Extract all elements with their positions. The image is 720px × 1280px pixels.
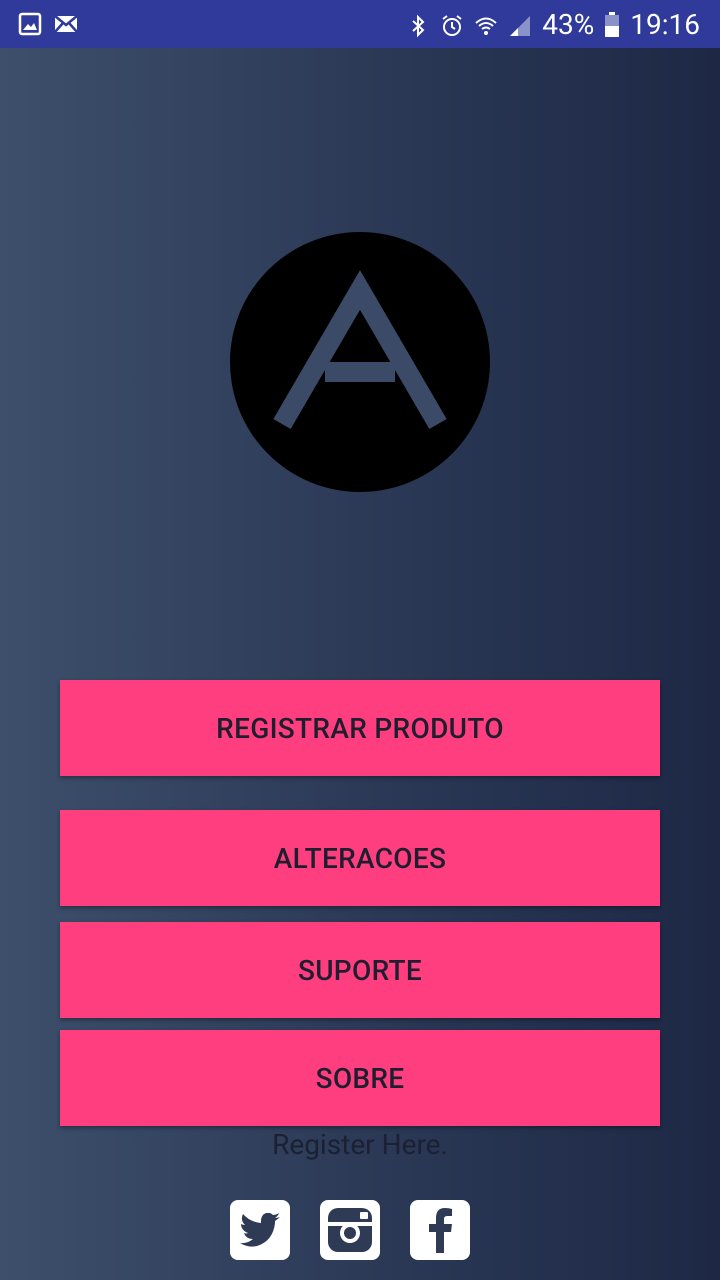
instagram-icon[interactable] <box>320 1200 380 1260</box>
sobre-button[interactable]: SOBRE <box>60 1030 660 1126</box>
alteracoes-button[interactable]: ALTERACOES <box>60 810 660 906</box>
registrar-produto-button[interactable]: REGISTRAR PRODUTO <box>60 680 660 776</box>
clock: 19:16 <box>630 7 700 41</box>
alarm-icon <box>440 12 464 36</box>
battery-percent: 43% <box>542 7 595 41</box>
twitter-icon[interactable] <box>230 1200 290 1260</box>
signal-icon <box>508 12 532 36</box>
mail-icon <box>54 12 78 36</box>
status-bar: 43% 19:16 <box>0 0 720 48</box>
bluetooth-icon <box>406 12 430 38</box>
app-logo: A <box>230 232 490 492</box>
facebook-icon[interactable] <box>410 1200 470 1260</box>
wifi-icon <box>474 12 498 36</box>
register-link[interactable]: Register Here. <box>0 1128 720 1161</box>
image-icon <box>18 12 42 36</box>
battery-icon <box>604 12 620 37</box>
suporte-button[interactable]: SUPORTE <box>60 922 660 1018</box>
